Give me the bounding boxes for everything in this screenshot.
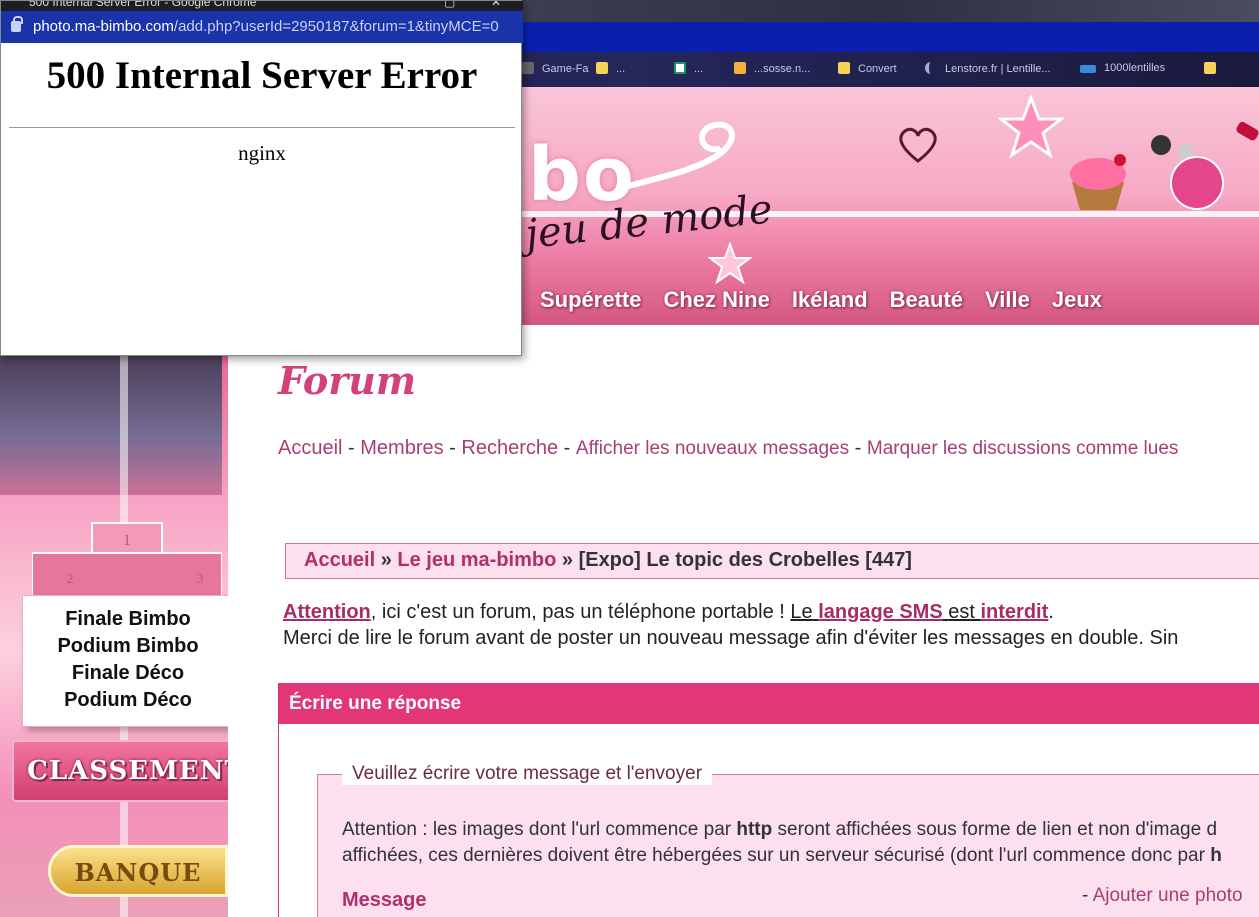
server-name: nginx [238,141,286,165]
link-attention[interactable]: Attention [283,601,371,623]
add-photo-row: - Ajouter une photo [1082,885,1243,906]
bookmark-item[interactable]: Lenstore.fr | Lentille... [925,62,1051,75]
nav-ikeland[interactable]: Ikéland [792,287,868,313]
forum-top-links: Accueil - Membres - Recherche - Afficher… [278,437,1179,459]
perfume-icon [1151,135,1224,210]
link-accueil[interactable]: Accueil [278,437,342,459]
maximize-icon[interactable]: ▢ [444,1,455,9]
url-host: photo.ma-bimbo.com [33,18,174,35]
podium-icon: 1 2 3 [32,522,222,599]
1000-icon [1080,65,1096,73]
breadcrumb: Accueil » Le jeu ma-bimbo » [Expo] Le to… [285,543,1259,579]
bookmark-icon [522,62,534,74]
heart-icon [899,127,937,163]
breadcrumb-home[interactable]: Accueil [304,549,375,571]
mail-icon [734,62,746,74]
link-interdit[interactable]: interdit [981,601,1049,623]
bookmark-item[interactable]: 1000lentilles [1080,62,1165,74]
reply-panel: Écrire une réponse Veuillez écrire votre… [278,683,1259,917]
nav-superette[interactable]: Supérette [540,287,641,313]
nav-ville[interactable]: Ville [985,287,1030,313]
nav-chez-nine[interactable]: Chez Nine [663,287,769,313]
message-label: Message [342,889,427,911]
link-podium-deco[interactable]: Podium Déco [23,687,228,714]
popup-url-bar[interactable]: photo.ma-bimbo.com/add.php?userId=295018… [1,11,523,43]
nav-beaute[interactable]: Beauté [890,287,963,313]
bookmark-item[interactable]: ... [596,62,625,75]
folder-icon [596,62,608,74]
image-url-notice: Attention : les images dont l'url commen… [342,819,1222,866]
page-title: Forum [278,358,417,403]
classement-button[interactable]: CLASSEMENT [12,740,228,802]
main-nav: Supérette Chez Nine Ikéland Beauté Ville… [540,287,1102,313]
popup-title: 500 Internal Server Error - Google Chrom… [29,1,257,9]
folder-icon [1204,62,1216,74]
error-divider [9,127,515,128]
star-icon [708,242,752,284]
bookmark-item[interactable]: ...sosse.n... [734,62,810,75]
bookmark-item[interactable]: Game-Fa [522,62,588,75]
reply-header: Écrire une réponse [279,684,1259,724]
url-path: /add.php?userId=2950187&forum=1&tinyMCE=… [173,18,499,35]
link-mark-read[interactable]: Marquer les discussions comme lues [867,438,1179,459]
ranking-menu: Finale Bimbo Podium Bimbo Finale Déco Po… [22,595,228,727]
bookmark-item[interactable]: Convert [838,62,897,75]
link-langage-sms[interactable]: langage SMS [818,601,942,623]
bookmark-item[interactable] [1204,62,1224,75]
error-heading: 500 Internal Server Error [46,54,478,97]
reply-fieldset: Veuillez écrire votre message et l'envoy… [317,763,1259,917]
svg-text:2: 2 [67,572,74,587]
link-finale-deco[interactable]: Finale Déco [23,660,228,687]
link-new-messages[interactable]: Afficher les nouveaux messages [576,438,849,459]
avatar-banner[interactable] [0,355,222,495]
link-membres[interactable]: Membres [360,437,443,459]
nav-jeux[interactable]: Jeux [1052,287,1102,313]
left-sidebar: 1 2 3 Finale Bimbo Podium Bimbo Finale D… [0,325,228,917]
svg-text:3: 3 [197,572,204,587]
lock-icon [11,16,23,32]
forum-notice: Attention, ici c'est un forum, pas un té… [283,601,1179,649]
folder-icon [838,62,850,74]
link-podium-bimbo[interactable]: Podium Bimbo [23,633,228,660]
reply-legend: Veuillez écrire votre message et l'envoy… [342,763,713,785]
add-photo-link[interactable]: Ajouter une photo [1093,885,1243,906]
link-recherche[interactable]: Recherche [461,437,558,459]
moon-icon [925,62,937,74]
breadcrumb-category[interactable]: Le jeu ma-bimbo [397,549,556,571]
notice-line-2: Merci de lire le forum avant de poster u… [283,627,1179,649]
cupcake-icon [1070,154,1126,210]
link-finale-bimbo[interactable]: Finale Bimbo [23,606,228,633]
breadcrumb-topic: [Expo] Le topic des Crobelles [447] [578,549,912,571]
banque-button[interactable]: BANQUE [48,845,228,897]
star-icon [998,95,1064,159]
lipstick-icon [1236,121,1259,141]
svg-text:1: 1 [123,532,131,549]
swirl-icon [622,121,735,190]
error-popup-window[interactable]: 500 Internal Server Error - Google Chrom… [0,0,523,356]
close-icon[interactable]: ✕ [491,1,501,9]
bookmark-item[interactable]: ... [674,62,703,75]
credit-agricole-icon [674,62,686,74]
forum-content: Forum Accueil - Membres - Recherche - Af… [228,325,1259,917]
popup-titlebar[interactable]: 500 Internal Server Error - Google Chrom… [1,1,523,11]
